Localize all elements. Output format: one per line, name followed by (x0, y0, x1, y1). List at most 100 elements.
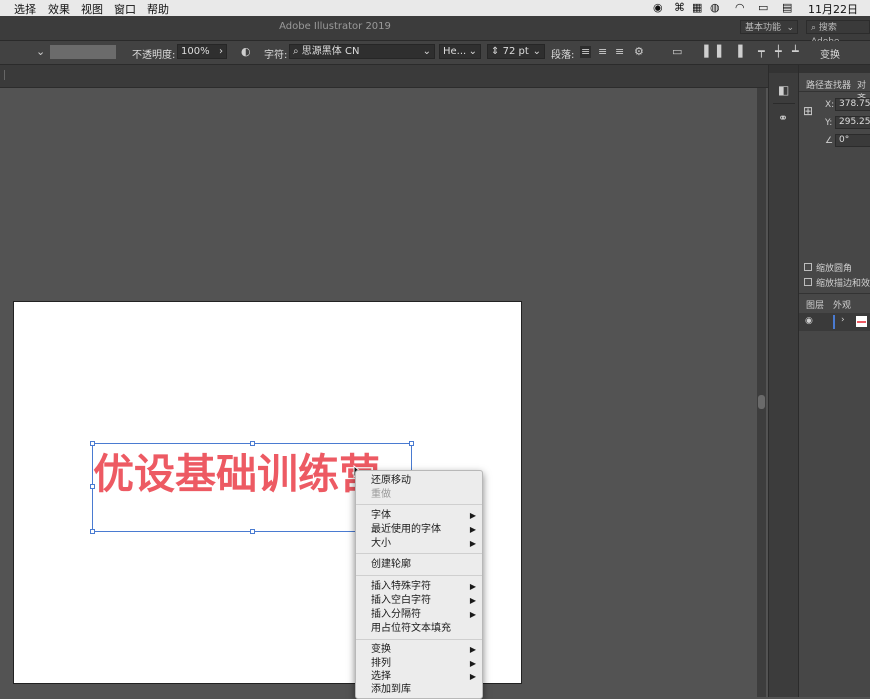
system-menubar: 选择 效果 视图 窗口 帮助 ◉ ⌘ ▦ ◍ ◠ ▭ ▤ 11月22日 周五 (0, 0, 870, 32)
font-style-field[interactable]: He... ⌄ (439, 44, 481, 59)
menu-item-transform[interactable]: 变换 ▶ (371, 643, 476, 656)
divider (799, 293, 870, 294)
scale-strokes-checkbox[interactable] (804, 278, 812, 286)
submenu-arrow-icon: ▶ (469, 525, 476, 534)
grid-icon[interactable]: ▦ (692, 1, 702, 14)
layer-row[interactable]: ◉ › (799, 313, 870, 331)
menu-item-label: 添加到库 (371, 684, 411, 695)
submenu-arrow-icon: ▶ (469, 582, 476, 591)
layer-color-bar (833, 315, 835, 329)
align-vertical-center-icon[interactable]: ┿ (775, 46, 782, 58)
align-left-edges-icon[interactable]: ▐ (700, 46, 708, 58)
menu-item-font[interactable]: 字体 ▶ (371, 509, 476, 522)
font-name: 思源黑体 CN (301, 46, 360, 57)
expand-arrow-icon[interactable]: › (841, 315, 845, 325)
visibility-eye-icon[interactable]: ◉ (805, 316, 813, 326)
menu-item-arrange[interactable]: 排列 ▶ (371, 657, 476, 670)
menu-view[interactable]: 视图 (81, 1, 103, 17)
char-label: 字符: (264, 50, 288, 61)
chevron-down-icon[interactable]: ⌄ (36, 46, 45, 58)
y-field[interactable]: 295.251 (835, 116, 870, 129)
menu-item-label: 最近使用的字体 (371, 524, 441, 535)
resize-handle[interactable] (409, 441, 414, 446)
menu-separator (356, 575, 482, 576)
input-method-icon[interactable]: ▤ (782, 1, 792, 14)
menu-effect[interactable]: 效果 (48, 1, 70, 17)
opacity-field[interactable]: 100% › (177, 44, 227, 59)
menu-item-add-to-library[interactable]: 添加到库 (371, 683, 476, 696)
stepper-icon[interactable]: ⇕ (491, 46, 499, 57)
x-label: X: (825, 100, 835, 110)
menu-item-create-outlines[interactable]: 创建轮廓 (371, 558, 476, 571)
angle-value: 0° (839, 135, 850, 145)
align-right-edges-icon[interactable]: ▐ (734, 46, 742, 58)
search-box[interactable]: ⌕ 搜索 Adobe (806, 20, 870, 47)
more-options-icon[interactable]: ⚙ (634, 46, 644, 58)
chevron-down-icon: ⌄ (468, 46, 477, 57)
app-titlebar: Adobe Illustrator 2019 基本功能 ⌄ ⌕ 搜索 Adobe (0, 16, 870, 47)
menu-item-undo-move[interactable]: 还原移动 (371, 474, 476, 487)
angle-field[interactable]: 0° (835, 134, 870, 147)
align-horizontal-center-icon[interactable]: ▌ (717, 46, 725, 58)
search-icon: ⌕ (811, 23, 817, 33)
artboard-icon[interactable]: ▭ (672, 46, 682, 58)
menu-item-size[interactable]: 大小 ▶ (371, 537, 476, 550)
angle-icon: ∠ (825, 136, 834, 146)
submenu-arrow-icon: ▶ (469, 645, 476, 654)
scale-corners-label: 缩放圆角 (816, 264, 853, 274)
menu-help[interactable]: 帮助 (147, 1, 169, 17)
menu-item-select[interactable]: 选择 ▶ (371, 670, 476, 683)
resize-handle[interactable] (250, 529, 255, 534)
resize-handle[interactable] (90, 441, 95, 446)
tab-layers[interactable]: 图层 (806, 298, 824, 311)
opacity-label: 不透明度: (132, 50, 176, 61)
submenu-arrow-icon: ▶ (469, 596, 476, 605)
menu-item-recent-fonts[interactable]: 最近使用的字体 ▶ (371, 523, 476, 536)
align-top-icon[interactable]: ┯ (758, 46, 765, 58)
font-family-field[interactable]: ⌕ 思源黑体 CN ⌄ (289, 44, 435, 59)
resize-handle[interactable] (90, 529, 95, 534)
menu-item-fill-placeholder[interactable]: 用占位符文本填充 (371, 622, 476, 635)
battery-icon[interactable]: ▭ (758, 1, 768, 14)
menu-item-label: 变换 (371, 644, 391, 655)
menu-item-label: 选择 (371, 671, 391, 682)
stroke-swatch[interactable] (50, 45, 116, 59)
reference-point-icon[interactable]: ⊞ (803, 104, 813, 118)
workspace-switcher[interactable]: 基本功能 ⌄ (740, 20, 798, 34)
resize-handle[interactable] (90, 484, 95, 489)
font-style: He... (443, 46, 467, 57)
font-search-icon: ⌕ (293, 46, 299, 57)
align-right-icon[interactable]: ≡ (615, 46, 624, 58)
align-left-icon[interactable]: ≡ (580, 46, 592, 58)
scrollbar-thumb[interactable] (758, 395, 765, 409)
font-size-field[interactable]: ⇕ 72 pt ⌄ (487, 44, 545, 59)
menu-item-insert-break[interactable]: 插入分隔符 ▶ (371, 608, 476, 621)
scale-corners-checkbox[interactable] (804, 263, 812, 271)
app-icon[interactable]: ⌘ (674, 1, 685, 14)
recolor-icon[interactable]: ◐ (241, 46, 251, 58)
strip-header (769, 65, 799, 73)
submenu-arrow-icon: ▶ (469, 511, 476, 520)
menu-window[interactable]: 窗口 (114, 1, 136, 17)
submenu-arrow-icon: ▶ (469, 539, 476, 548)
wifi-icon[interactable]: ◠ (735, 1, 745, 14)
gradient-panel-icon[interactable]: ◧ (778, 83, 789, 97)
menu-item-insert-whitespace[interactable]: 插入空白字符 ▶ (371, 594, 476, 607)
menu-item-insert-special[interactable]: 插入特殊字符 ▶ (371, 580, 476, 593)
appearance-panel-icon[interactable]: ⚭ (778, 111, 788, 125)
align-bottom-icon[interactable]: ┷ (792, 46, 799, 58)
tab-appearance[interactable]: 外观 (833, 298, 851, 311)
panel-header (799, 65, 870, 73)
menu-separator (356, 553, 482, 554)
align-center-icon[interactable]: ≡ (598, 46, 607, 58)
transform-label[interactable]: 变换 (820, 46, 840, 61)
tab-pathfinder[interactable]: 路径查找器 (806, 78, 851, 91)
resize-handle[interactable] (250, 441, 255, 446)
chevron-down-icon: ⌄ (422, 46, 431, 57)
menu-select[interactable]: 选择 (14, 1, 36, 17)
chat-icon[interactable]: ◍ (710, 1, 720, 14)
x-field[interactable]: 378.752 (835, 98, 870, 111)
record-icon[interactable]: ◉ (653, 1, 663, 14)
vertical-scrollbar[interactable] (757, 88, 766, 697)
menu-item-label: 插入特殊字符 (371, 581, 431, 592)
